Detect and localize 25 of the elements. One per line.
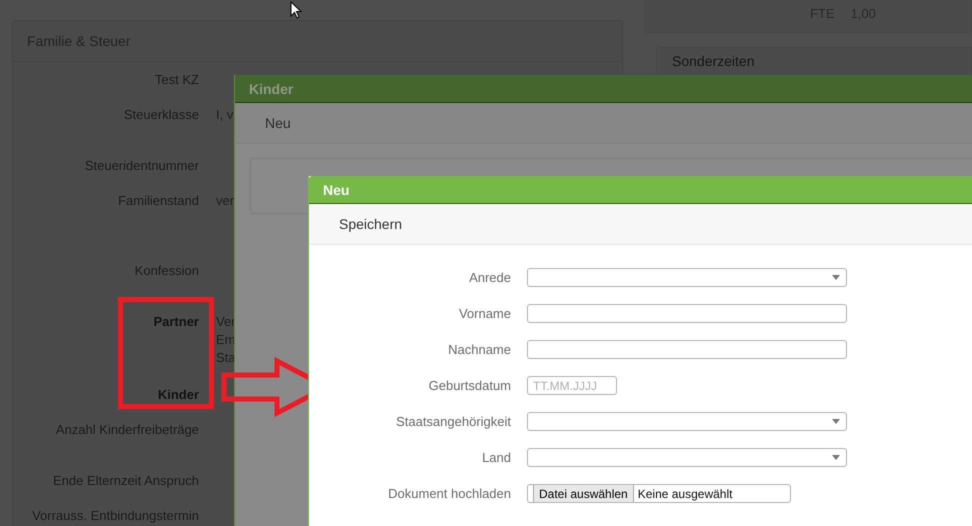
date-field[interactable]: TT.MM.JJJJ (527, 376, 617, 395)
file-status: Keine ausgewählt (636, 486, 732, 500)
caret-icon (832, 419, 840, 424)
field-label: Partner (152, 313, 199, 330)
choose-file-button[interactable]: Datei auswählen (533, 485, 634, 502)
caret-icon (832, 275, 840, 280)
field-label: Dokument hochladen (387, 486, 511, 501)
field-label: Vorname (458, 306, 511, 321)
field-label: Kinder (156, 386, 199, 403)
caret-icon (832, 455, 840, 460)
field-label: Nachname (447, 342, 511, 357)
field-label: Anrede (468, 270, 511, 285)
dialog-title: Neu (323, 182, 350, 198)
cursor-icon (290, 1, 302, 20)
field-label: Staatsangehörigkeit (395, 414, 511, 429)
dropdown-field[interactable] (527, 448, 847, 467)
dropdown-field[interactable] (527, 268, 847, 287)
new-button[interactable]: Neu (255, 111, 301, 135)
field-label: Geburtsdatum (428, 378, 511, 393)
dialog-title: Kinder (249, 80, 294, 96)
dropdown-field[interactable] (527, 412, 847, 431)
save-button[interactable]: Speichern (329, 212, 412, 236)
input-field[interactable] (527, 340, 847, 359)
input-field[interactable] (527, 304, 847, 323)
field-label: Land (481, 450, 511, 465)
